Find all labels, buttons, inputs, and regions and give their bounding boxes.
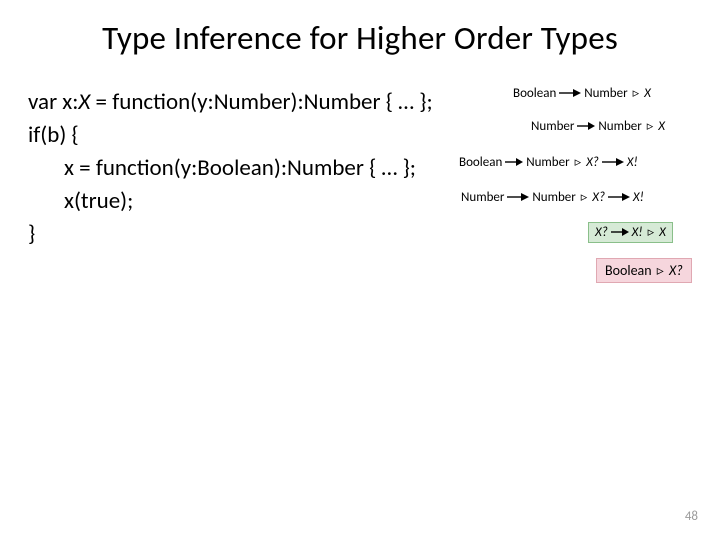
arrow-icon [577, 121, 595, 131]
ann-text: X? [595, 225, 611, 240]
triangle-icon: ▹ [646, 225, 657, 240]
ann-text: X! [627, 155, 638, 170]
code-line-4: x(true); [28, 185, 433, 218]
triangle-icon: ▹ [631, 86, 642, 101]
code-text: x = function(y:Boolean):Number { … }; [64, 154, 416, 182]
ann-text: X [641, 86, 651, 101]
ann-text: Number [461, 190, 504, 205]
code-line-2: if(b) { [28, 119, 433, 152]
ann-text: Boolean [459, 155, 502, 170]
code-text: x(true); [64, 187, 133, 215]
page-number: 48 [685, 509, 698, 524]
ann-text: Boolean [605, 262, 655, 279]
ann-text: X! [633, 190, 644, 205]
annotation-1: Boolean Number ▹ X [513, 86, 651, 101]
ann-text: X [656, 225, 666, 240]
triangle-icon: ▹ [655, 263, 666, 278]
annotation-2: Number Number ▹ X [531, 119, 665, 134]
ann-text: X! [632, 225, 646, 240]
code-line-1: var x:X = function(y:Number):Number { … … [28, 86, 433, 119]
triangle-icon: ▹ [573, 155, 584, 170]
arrow-icon [611, 227, 629, 237]
arrow-icon [608, 192, 630, 202]
arrow-icon [505, 157, 523, 167]
arrow-icon [559, 88, 581, 98]
code-text: = function(y:Number):Number { … }; [90, 88, 432, 116]
ann-text: Boolean [513, 86, 556, 101]
ann-text: X [655, 119, 665, 134]
ann-text: Number [526, 155, 572, 170]
arrow-icon [507, 192, 529, 202]
ann-text: X? [583, 155, 602, 170]
triangle-icon: ▹ [579, 190, 590, 205]
code-line-3: x = function(y:Boolean):Number { … }; [28, 152, 433, 185]
ann-text: Number [598, 119, 644, 134]
code-block: var x:X = function(y:Number):Number { … … [28, 86, 433, 251]
slide-title: Type Inference for Higher Order Types [0, 18, 720, 58]
ann-text: Number [584, 86, 630, 101]
code-type-var: X [78, 88, 90, 116]
ann-text: X? [666, 262, 683, 279]
highlight-box-error: Boolean ▹ X? [596, 258, 692, 283]
annotation-3: Boolean Number ▹ X? X! [459, 155, 638, 170]
triangle-icon: ▹ [645, 119, 656, 134]
highlight-box-valid: X? X! ▹ X [588, 222, 673, 243]
ann-text: X? [589, 190, 608, 205]
annotation-6: Boolean ▹ X? [596, 263, 692, 279]
arrow-icon [602, 157, 624, 167]
ann-text: Number [531, 119, 574, 134]
code-line-5: } [28, 218, 433, 251]
code-text: var x: [28, 88, 78, 116]
annotation-5: X? X! ▹ X [588, 225, 673, 240]
annotation-4: Number Number ▹ X? X! [461, 190, 644, 205]
ann-text: Number [532, 190, 578, 205]
